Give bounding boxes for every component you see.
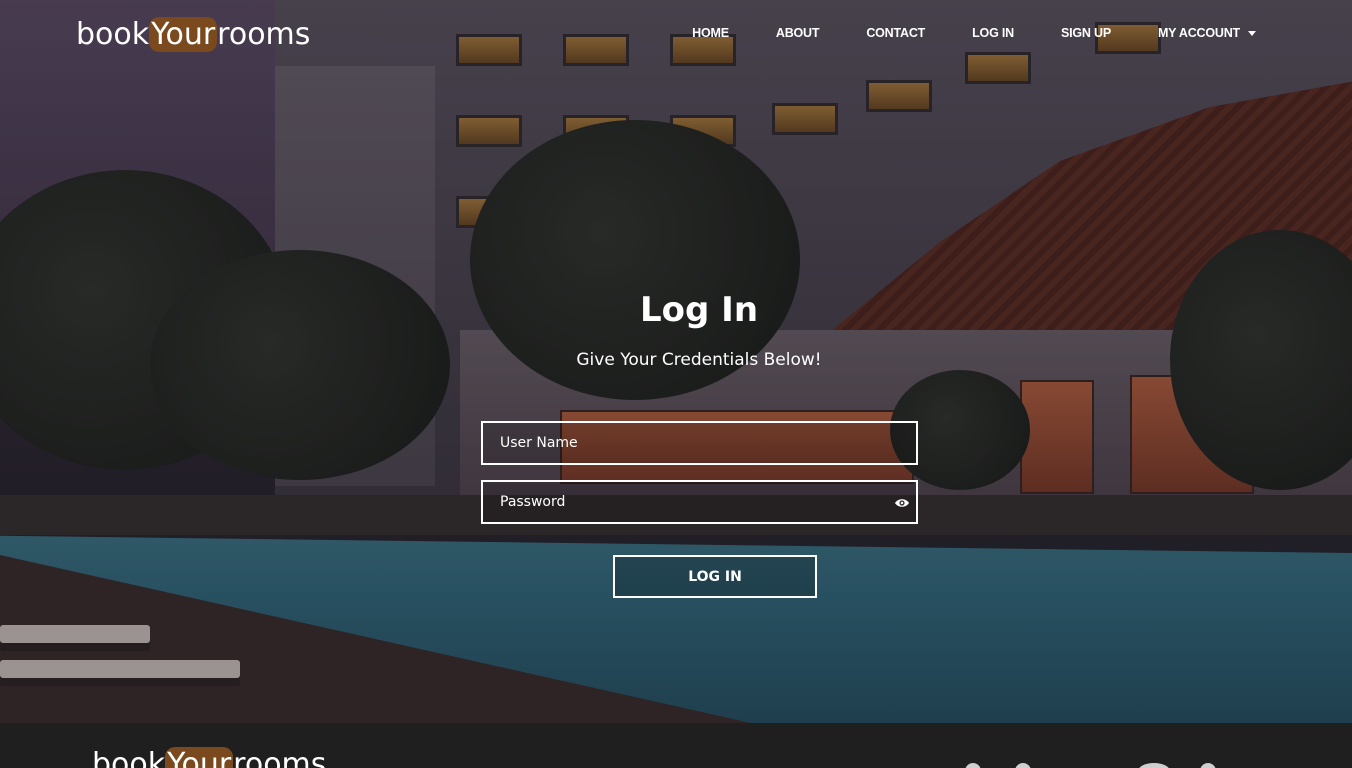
logo-text-rooms: rooms bbox=[217, 16, 311, 52]
social-icon[interactable] bbox=[1015, 763, 1031, 768]
footer-logo[interactable]: bookYourrooms bbox=[92, 747, 326, 768]
page-subtitle: Give Your Credentials Below! bbox=[576, 350, 822, 370]
social-icon[interactable] bbox=[965, 763, 981, 768]
nav-contact[interactable]: CONTACT bbox=[866, 22, 925, 44]
footer-logo-book: book bbox=[92, 747, 166, 768]
nav-my-account-label: MY ACCOUNT bbox=[1157, 26, 1240, 40]
nav-about[interactable]: ABOUT bbox=[776, 22, 820, 44]
footer-logo-rooms: rooms bbox=[233, 747, 327, 768]
logo-text-book: book bbox=[76, 16, 150, 52]
nav-home[interactable]: HOME bbox=[692, 22, 729, 44]
login-button[interactable]: LOG IN bbox=[613, 555, 817, 598]
main-nav: HOME ABOUT CONTACT LOG IN SIGN UP MY ACC… bbox=[645, 22, 1256, 44]
footer: bookYourrooms bbox=[0, 723, 1352, 768]
password-field bbox=[481, 480, 918, 524]
nav-signup[interactable]: SIGN UP bbox=[1061, 22, 1111, 44]
username-field bbox=[481, 421, 918, 465]
brand-logo[interactable]: book Your rooms bbox=[76, 12, 310, 56]
social-icon[interactable] bbox=[1200, 763, 1216, 768]
footer-logo-your: Your bbox=[165, 747, 234, 768]
password-input[interactable] bbox=[483, 482, 916, 522]
nav-login[interactable]: LOG IN bbox=[972, 22, 1014, 44]
logo-text-your: Your bbox=[149, 16, 218, 52]
eye-icon[interactable] bbox=[894, 495, 910, 511]
page-title: Log In bbox=[639, 290, 759, 330]
username-input[interactable] bbox=[483, 423, 916, 463]
caret-down-icon bbox=[1248, 31, 1256, 37]
social-icon[interactable] bbox=[1138, 763, 1170, 768]
nav-my-account[interactable]: MY ACCOUNT bbox=[1158, 22, 1256, 44]
